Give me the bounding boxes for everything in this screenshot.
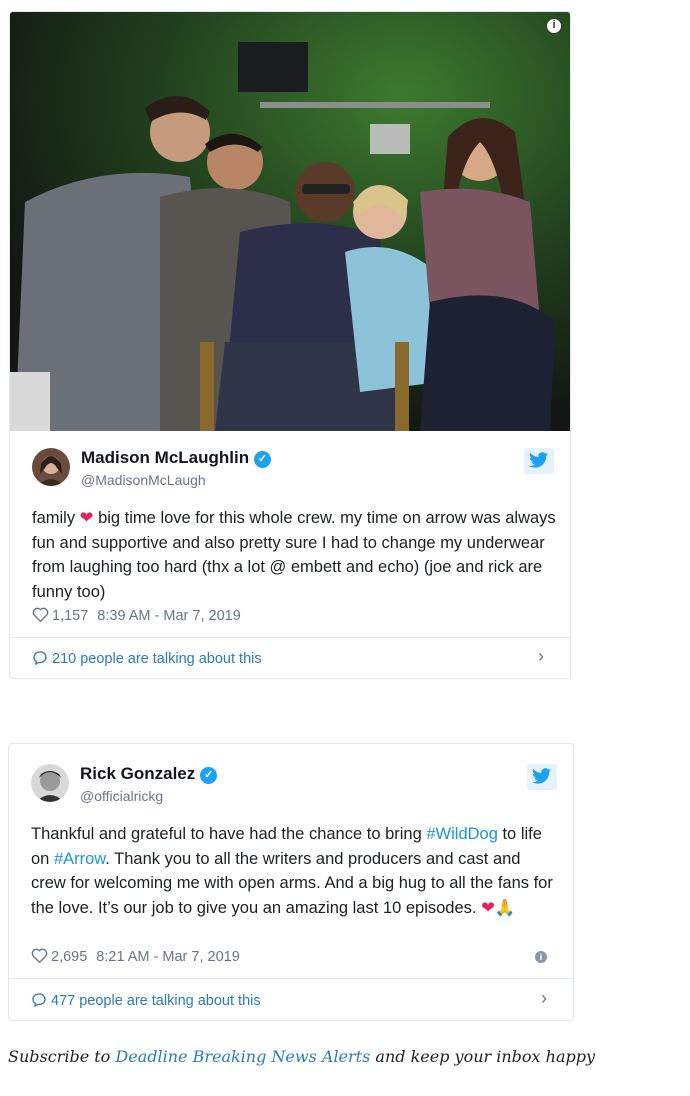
tweet-card-madison[interactable]: i Madison McLaughlin ✓ @MadisonMcLaugh fa…: [9, 11, 571, 679]
author-name[interactable]: Rick Gonzalez ✓: [80, 764, 218, 784]
author-name[interactable]: Madison McLaughlin ✓: [81, 448, 272, 468]
subscribe-line: Subscribe to Deadline Breaking News Aler…: [8, 1047, 596, 1066]
timestamp[interactable]: 8:21 AM - Mar 7, 2019: [96, 949, 239, 965]
like-count[interactable]: 2,695: [51, 949, 87, 965]
divider: [9, 978, 573, 979]
twitter-bird-icon[interactable]: [527, 764, 557, 790]
like-count[interactable]: 1,157: [52, 608, 88, 624]
chat-bubble-icon: [32, 650, 48, 670]
author-handle[interactable]: @MadisonMcLaugh: [81, 472, 206, 488]
chevron-right-icon[interactable]: ›: [541, 988, 547, 1009]
divider: [10, 637, 570, 638]
group-photo: [10, 12, 570, 431]
heart-praying-emoji-icon: ❤🙏: [481, 898, 516, 917]
talking-link[interactable]: 210 people are talking about this: [32, 650, 262, 670]
tweet-photo[interactable]: i: [10, 12, 570, 431]
chat-bubble-icon: [31, 992, 47, 1012]
like-heart-icon[interactable]: [31, 948, 48, 967]
talking-link[interactable]: 477 people are talking about this: [31, 992, 261, 1012]
tweet-text: Thankful and grateful to have had the ch…: [31, 825, 553, 917]
heart-emoji-icon: ❤: [79, 509, 94, 527]
twitter-bird-icon[interactable]: [524, 448, 554, 474]
tweet-header: Madison McLaughlin ✓ @MadisonMcLaugh: [32, 448, 554, 492]
avatar[interactable]: [31, 764, 69, 802]
avatar[interactable]: [32, 448, 70, 486]
hashtag-arrow[interactable]: #Arrow: [54, 850, 105, 868]
tweet-header: Rick Gonzalez ✓ @officialrickg: [31, 764, 557, 808]
chevron-right-icon[interactable]: ›: [538, 646, 544, 667]
info-icon[interactable]: i: [535, 951, 547, 963]
author-handle[interactable]: @officialrickg: [80, 788, 163, 804]
tweet-card-rick[interactable]: Rick Gonzalez ✓ @officialrickg Thankful a…: [8, 743, 574, 1021]
like-heart-icon[interactable]: [32, 607, 49, 626]
tweet-text: family ❤ big time love for this whole cr…: [32, 509, 556, 601]
subscribe-link[interactable]: Deadline Breaking News Alerts: [115, 1047, 370, 1066]
verified-badge-icon: ✓: [200, 767, 218, 784]
verified-badge-icon: ✓: [254, 451, 272, 468]
timestamp[interactable]: 8:39 AM - Mar 7, 2019: [97, 608, 240, 624]
tweet-meta: 1,157 8:39 AM - Mar 7, 2019: [32, 607, 241, 626]
hashtag-wilddog[interactable]: #WildDog: [426, 825, 498, 843]
info-icon[interactable]: i: [546, 18, 562, 34]
tweet-meta: 2,695 8:21 AM - Mar 7, 2019: [31, 948, 240, 967]
